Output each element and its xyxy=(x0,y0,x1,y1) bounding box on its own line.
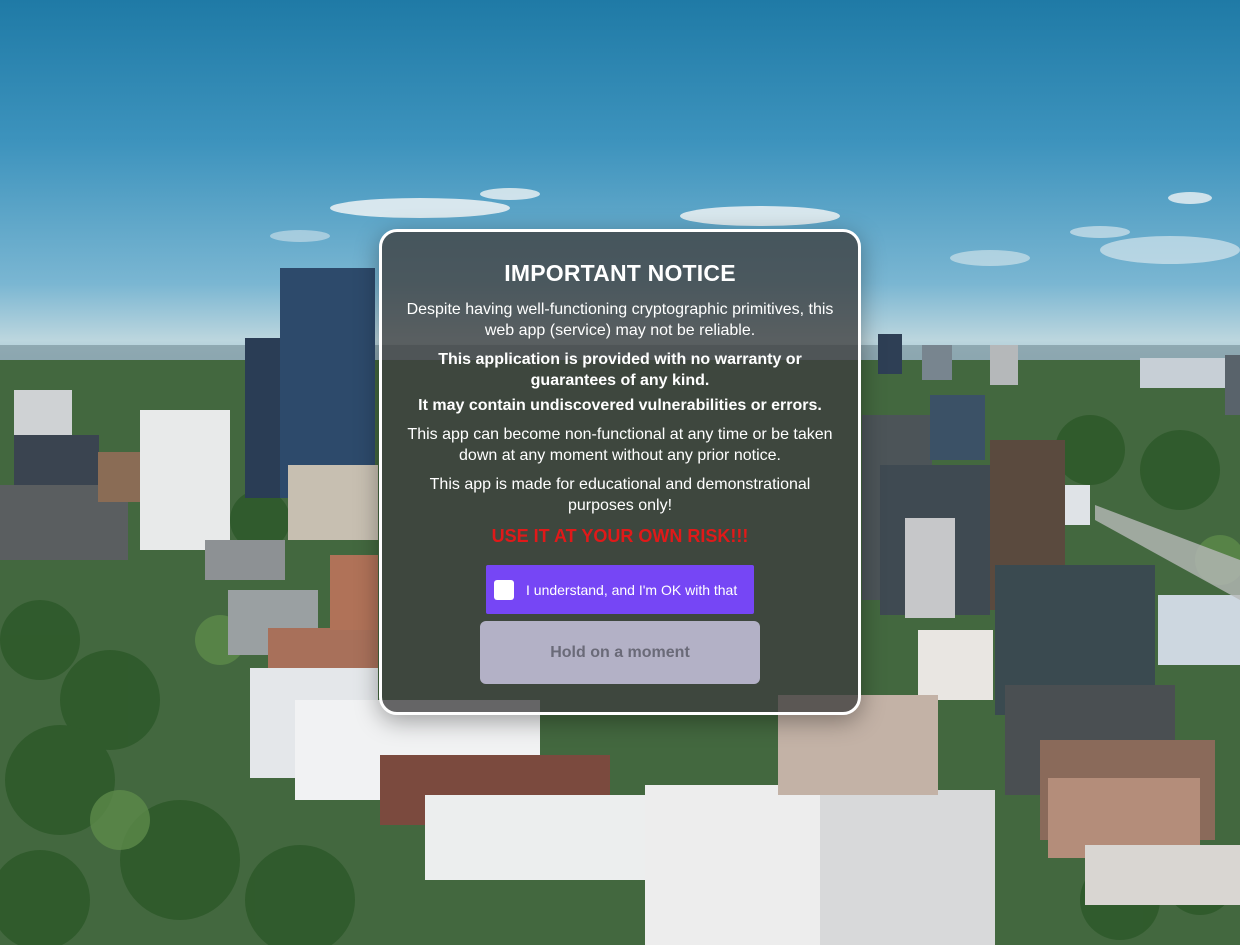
notice-paragraph-availability: This app can become non-functional at an… xyxy=(407,426,833,464)
notice-paragraph-purpose: This app is made for educational and dem… xyxy=(429,476,811,514)
checkbox-icon[interactable] xyxy=(494,579,514,600)
notice-paragraph-reliability: Despite having well-functioning cryptogr… xyxy=(406,301,834,339)
notice-title: IMPORTANT NOTICE xyxy=(504,260,736,286)
notice-paragraph-warranty: This application is provided with no war… xyxy=(438,351,802,389)
background-city-photo: IMPORTANT NOTICE Despite having well-fun… xyxy=(0,0,1240,945)
notice-paragraph-vulnerabilities: It may contain undiscovered vulnerabilit… xyxy=(418,397,822,414)
risk-warning: USE IT AT YOUR OWN RISK!!! xyxy=(491,526,749,546)
important-notice-dialog: IMPORTANT NOTICE Despite having well-fun… xyxy=(379,229,861,715)
agree-label: I understand, and I'm OK with that xyxy=(526,581,738,598)
agree-checkbox-button[interactable]: I understand, and I'm OK with that xyxy=(486,565,754,614)
hold-on-button[interactable]: Hold on a moment xyxy=(480,621,760,684)
